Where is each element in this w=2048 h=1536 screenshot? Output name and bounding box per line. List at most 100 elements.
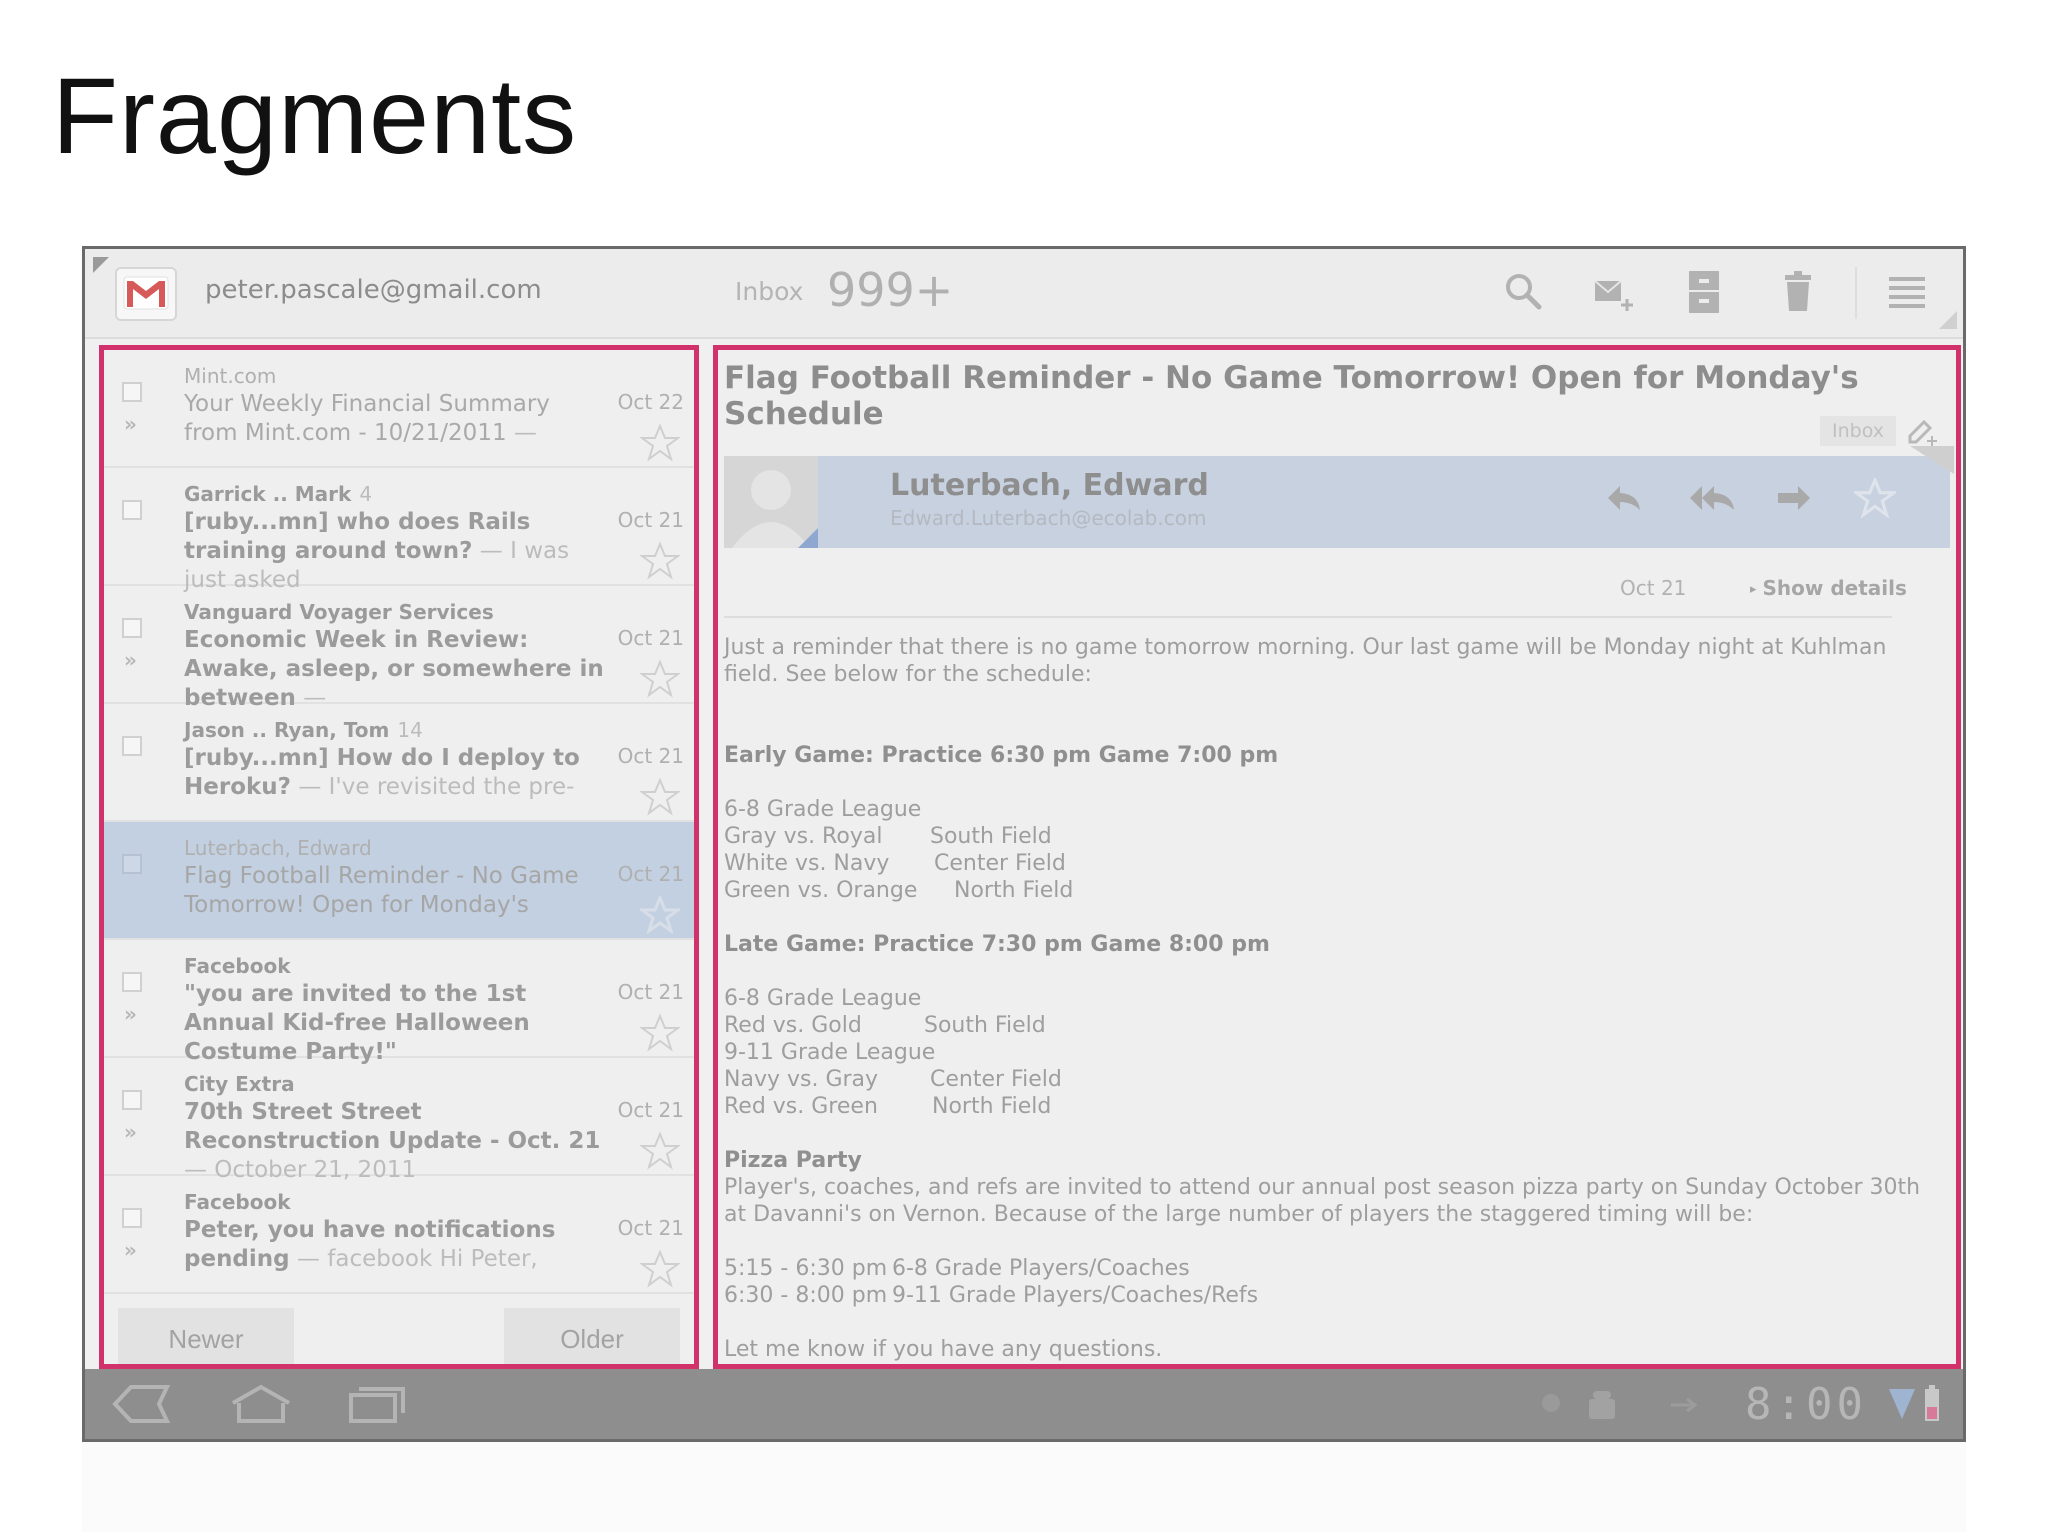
star-icon[interactable] [637,894,683,938]
conversation-item[interactable]: » Vanguard Voyager Services Economic Wee… [104,586,694,711]
pizza-heading: Pizza Party [724,1148,862,1173]
compose-icon[interactable] [1591,269,1637,315]
status-clock[interactable]: 8:00 [1745,1379,1867,1430]
conversation-item[interactable]: Jason .. Ryan, Tom 14 [ruby...mn] How do … [104,704,694,822]
league-label: 6-8 Grade League [724,797,922,822]
conversation-list-fragment: » Mint.com Your Weekly Financial Summary… [99,345,699,1369]
conversation-sender: Jason .. Ryan, Tom 14 [184,718,423,742]
action-bar: peter.pascale@gmail.com Inbox 999+ [85,249,1963,339]
star-icon[interactable] [638,423,682,466]
body-closing: Let me know if you have any questions. [724,1337,1163,1362]
select-checkbox[interactable] [122,972,142,992]
overflow-menu-icon[interactable] [1885,269,1931,315]
message-body: Just a reminder that there is no game to… [724,634,1944,1363]
tablet-screenshot: peter.pascale@gmail.com Inbox 999+ » Min… [82,246,1966,1442]
league-label: 6-8 Grade League [724,986,922,1011]
conversation-sender: Facebook [184,1190,291,1214]
wifi-icon[interactable] [1887,1387,1917,1425]
newer-button[interactable]: Newer [118,1308,294,1364]
conversation-date: Oct 21 [617,626,684,650]
back-icon[interactable] [111,1383,175,1429]
battery-icon[interactable] [1923,1385,1941,1427]
forward-icon[interactable] [1774,480,1814,520]
trash-icon[interactable] [1775,269,1821,315]
star-icon[interactable] [638,777,682,820]
conversation-subject: [ruby...mn] How do I deploy to Heroku? —… [184,745,580,800]
star-icon[interactable] [638,659,682,702]
priority-arrows-icon: » [124,648,137,672]
time-row: 5:15 - 6:30 pm 6-8 Grade Players/Coaches [724,1256,1190,1281]
game-row: Green vs. Orange North Field [724,878,1074,903]
conversation-subject: 70th Street Street Reconstruction Update… [184,1099,601,1183]
account-email[interactable]: peter.pascale@gmail.com [205,275,542,305]
star-icon[interactable] [1851,476,1899,522]
conversation-subject: "you are invited to the 1st Annual Kid-f… [184,981,530,1065]
conversation-date: Oct 21 [617,980,684,1004]
early-game-heading: Early Game: Practice 6:30 pm Game 7:00 p… [724,743,1279,768]
conversation-subject: Flag Football Reminder - No Game Tomorro… [184,863,579,918]
pizza-text: Player's, coaches, and refs are invited … [724,1175,1921,1227]
body-intro: Just a reminder that there is no game to… [724,635,1887,687]
message-header[interactable]: Luterbach, Edward Edward.Luterbach@ecola… [724,456,1950,548]
gmail-logo-icon[interactable] [115,267,177,321]
message-date: Oct 21 [1620,576,1687,600]
select-checkbox[interactable] [122,1090,142,1110]
slide-title: Fragments [52,55,578,176]
select-checkbox[interactable] [122,382,142,402]
show-details-link[interactable]: ▸ Show details [1750,576,1907,600]
older-button[interactable]: Older [504,1308,680,1364]
select-checkbox[interactable] [122,854,142,874]
select-checkbox[interactable] [122,736,142,756]
conversation-subject: [ruby...mn] who does Rails training arou… [184,509,570,593]
star-icon[interactable] [638,541,682,584]
conversation-item[interactable]: » Facebook Peter, you have notifications… [104,1176,694,1294]
game-row: White vs. Navy Center Field [724,851,1066,876]
reply-all-icon[interactable] [1688,480,1736,520]
avatar [724,456,818,548]
slide-background-strip [82,1442,1966,1532]
archive-icon[interactable] [1681,269,1727,315]
select-checkbox[interactable] [122,1208,142,1228]
star-icon[interactable] [638,1131,682,1174]
conversation-item-selected[interactable]: Luterbach, Edward Flag Football Reminder… [104,822,694,940]
sender-name: Luterbach, Edward [890,468,1209,503]
conversation-date: Oct 21 [617,744,684,768]
label-chip[interactable]: Inbox [1820,416,1896,446]
label-name[interactable]: Inbox [735,277,803,306]
select-checkbox[interactable] [122,618,142,638]
conversation-sender: Luterbach, Edward [184,836,372,860]
reply-icon[interactable] [1604,480,1644,520]
conversation-sender: City Extra [184,1072,295,1096]
conversation-sender: Vanguard Voyager Services [184,600,494,624]
home-icon[interactable] [229,1383,293,1429]
conversation-sender: Mint.com [184,364,277,388]
notification-icon[interactable] [1539,1391,1563,1419]
edit-labels-icon[interactable] [1906,414,1938,450]
sender-email: Edward.Luterbach@ecolab.com [890,506,1207,530]
message-thread-fragment: Flag Football Reminder - No Game Tomorro… [713,345,1961,1369]
game-row: Gray vs. Royal South Field [724,824,1052,849]
game-row: Navy vs. Gray Center Field [724,1067,1062,1092]
usb-icon[interactable] [1669,1393,1698,1421]
search-icon[interactable] [1501,269,1547,315]
conversation-item[interactable]: » Facebook "you are invited to the 1st A… [104,940,694,1065]
conversation-date: Oct 22 [617,390,684,414]
thread-subject: Flag Football Reminder - No Game Tomorro… [724,360,1859,432]
android-debug-icon[interactable] [1585,1389,1619,1425]
priority-arrows-icon: » [124,1238,137,1262]
select-checkbox[interactable] [122,500,142,520]
conversation-date: Oct 21 [617,1216,684,1240]
conversation-date: Oct 21 [617,862,684,886]
star-icon[interactable] [638,1249,682,1292]
conversation-item[interactable]: Garrick .. Mark 4 [ruby...mn] who does Ra… [104,468,694,593]
conversation-subject: Economic Week in Review: Awake, asleep, … [184,627,604,711]
conversation-item[interactable]: » Mint.com Your Weekly Financial Summary… [104,350,694,468]
priority-arrows-icon: » [124,1120,137,1144]
corner-indicator [93,257,109,273]
expand-triangle-icon: ▸ [1750,582,1757,597]
divider [724,616,1892,618]
time-row: 6:30 - 8:00 pm 9-11 Grade Players/Coaches… [724,1283,1259,1308]
star-icon[interactable] [638,1013,682,1056]
conversation-item[interactable]: » City Extra 70th Street Street Reconstr… [104,1058,694,1183]
recent-apps-icon[interactable] [347,1383,411,1429]
